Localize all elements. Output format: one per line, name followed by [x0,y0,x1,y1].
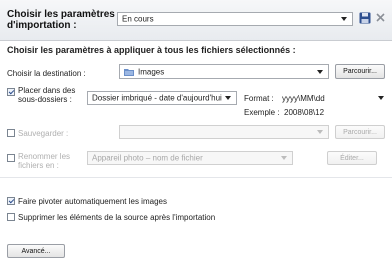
preset-select[interactable]: En cours [117,12,353,26]
import-settings-label: Choisir les paramètres d'importation : [7,9,115,31]
destination-select[interactable]: Images [119,64,329,79]
backup-browse-button[interactable]: Parcourir... [335,125,385,139]
example-label: Exemple : [244,108,280,117]
rename-select[interactable]: Appareil photo – nom de fichier [87,151,293,165]
delete-source-checkbox[interactable] [7,213,15,221]
subfolders-select-value: Dossier imbriqué - date d'aujourd'hui [92,93,222,103]
import-settings-label-line2: d'importation : [7,20,77,31]
save-icon[interactable] [359,12,371,24]
subfolders-select[interactable]: Dossier imbriqué - date d'aujourd'hui [87,91,237,105]
advanced-button[interactable]: Avancé... [7,244,65,258]
subfolders-label: Placer dans des sous-dossiers : [18,86,75,104]
section-title: Choisir les paramètres à appliquer à tou… [7,45,296,55]
chevron-down-icon [317,130,323,134]
backup-path-select[interactable] [119,125,329,139]
destination-browse-button[interactable]: Parcourir... [335,64,385,79]
format-chevron-down-icon[interactable] [378,96,384,100]
divider [0,177,392,178]
subfolders-label-line1: Placer dans des [18,86,76,95]
rename-checkbox[interactable] [7,154,15,162]
destination-select-value: Images [138,67,165,76]
backup-checkbox[interactable] [7,129,15,137]
preset-select-value: En cours [122,14,154,24]
rotate-checkbox[interactable] [7,197,15,205]
chevron-down-icon [225,96,231,100]
example-value: 2008\08\12 [284,108,325,117]
format-label: Format : [244,94,274,103]
chevron-down-icon [281,156,287,160]
chevron-down-icon [317,69,323,74]
rename-label: Renommer les fichiers en : [18,152,70,170]
format-value[interactable]: yyyy\MM\dd [282,94,325,103]
delete-source-label: Supprimer les éléments de la source aprè… [18,213,216,222]
rename-label-line1: Renommer les [18,152,71,161]
rotate-label: Faire pivoter automatiquement les images [18,197,167,206]
destination-label: Choisir la destination : [7,69,86,78]
rename-select-value: Appareil photo – nom de fichier [92,153,203,163]
subfolders-checkbox[interactable] [7,88,15,96]
close-icon[interactable] [375,12,386,23]
chevron-down-icon [341,17,347,21]
folder-icon [124,68,134,76]
rename-edit-button[interactable]: Éditer... [327,151,377,165]
import-settings-label-line1: Choisir les paramètres [7,9,115,20]
subfolders-label-line2: sous-dossiers : [18,95,72,104]
backup-label: Sauvegarder : [18,129,69,138]
rename-label-line2: fichiers en : [18,161,59,170]
